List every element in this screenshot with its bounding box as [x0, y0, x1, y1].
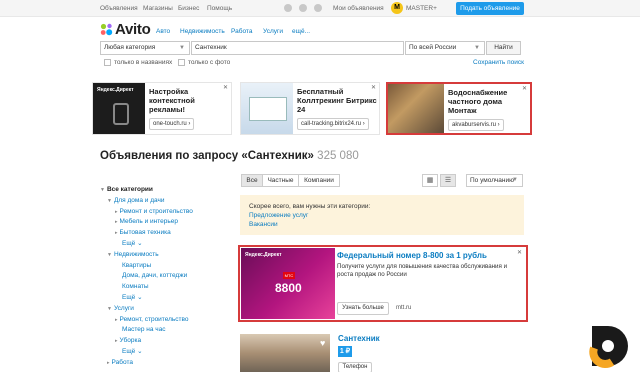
- promo-image: Яндекс.Директ МТС 8800: [241, 248, 335, 319]
- region-select[interactable]: По всей России ▼: [405, 41, 485, 55]
- sidebar-item-more[interactable]: Ещё ⌄: [100, 239, 193, 250]
- filter-companies[interactable]: Компании: [298, 174, 340, 187]
- mts-logo: МТС: [283, 272, 295, 279]
- ad-image: [388, 84, 444, 133]
- topbar-link-ads[interactable]: Объявления: [100, 5, 138, 12]
- suggestion-text: Скорее всего, вам нужны эти категории:: [249, 203, 371, 210]
- topbar-link-help[interactable]: Помощь: [207, 5, 232, 12]
- ad-link[interactable]: akvaburservis.ru ›: [448, 119, 504, 131]
- save-search-link[interactable]: Сохранить поиск: [473, 59, 524, 66]
- list-view-icon[interactable]: ☰: [440, 174, 456, 187]
- page-title: Объявления по запросу «Сантехник» 325 08…: [100, 150, 359, 162]
- triangle-down-icon: ▼: [100, 187, 105, 193]
- promo-description: Получите услуги для повышения качества о…: [337, 263, 508, 278]
- topbar-link-business[interactable]: Бизнес: [178, 5, 199, 12]
- promo-brand: Яндекс.Директ: [245, 252, 282, 258]
- sidebar-item[interactable]: ▸ Мебель и интерьер: [100, 217, 193, 228]
- listing-price: 1 ₽: [338, 346, 352, 357]
- favorites-icon[interactable]: [299, 4, 307, 12]
- region-select-value: По всей России: [409, 44, 457, 51]
- sidebar-item[interactable]: Дома, дачи, коттеджи: [100, 271, 193, 282]
- watermark-logo-icon: [589, 326, 628, 368]
- sidebar-item[interactable]: ▸ Уборка: [100, 336, 193, 347]
- filter-private[interactable]: Частные: [262, 174, 299, 187]
- ad-card[interactable]: Яндекс.Директ Настройка контекстной рекл…: [92, 82, 232, 135]
- promo-title[interactable]: Федеральный номер 8-800 за 1 рубль: [337, 251, 487, 260]
- category-select-value: Любая категория: [104, 44, 156, 51]
- sidebar-item[interactable]: Мастер на час: [100, 325, 193, 336]
- nav-realty[interactable]: Недвижимость: [180, 28, 225, 35]
- ad-card[interactable]: Водоснабжение частного дома Монтаж akvab…: [386, 82, 532, 135]
- sidebar-item[interactable]: ▸ Работа: [100, 358, 193, 369]
- sidebar-item-more[interactable]: Ещё ⌄: [100, 293, 193, 304]
- nav-auto[interactable]: Авто: [156, 28, 170, 35]
- topbar-link-shops[interactable]: Магазины: [143, 5, 173, 12]
- close-icon[interactable]: ✕: [522, 85, 527, 92]
- only-titles-label[interactable]: только в названиях: [114, 59, 172, 66]
- nav-jobs[interactable]: Работа: [231, 28, 252, 35]
- sidebar-item-more[interactable]: Ещё ⌄: [100, 347, 193, 358]
- results-count: 325 080: [317, 150, 359, 162]
- category-suggestion: Скорее всего, вам нужны эти категории: П…: [240, 195, 524, 235]
- listing-photo[interactable]: [240, 334, 330, 372]
- ad-link[interactable]: one-touch.ru ›: [149, 118, 195, 130]
- sidebar-item[interactable]: ▼ Услуги: [100, 304, 193, 315]
- only-photo-label[interactable]: только с фото: [188, 59, 230, 66]
- heart-icon[interactable]: ♥: [320, 338, 325, 348]
- sidebar-item[interactable]: Квартиры: [100, 261, 193, 272]
- filter-all[interactable]: Все: [241, 174, 263, 187]
- search-input[interactable]: Сантехник: [191, 41, 404, 55]
- ad-brand: Яндекс.Директ: [97, 87, 134, 93]
- close-icon[interactable]: ✕: [517, 249, 522, 256]
- grid-view-icon[interactable]: ▦: [422, 174, 438, 187]
- sidebar-item[interactable]: ▸ Бытовая техника: [100, 228, 193, 239]
- page-title-text: Объявления по запросу «Сантехник»: [100, 150, 314, 162]
- nav-more[interactable]: ещё...: [292, 28, 310, 35]
- post-ad-button[interactable]: Подать объявление: [456, 2, 524, 15]
- show-phone-button[interactable]: Телефон: [338, 362, 372, 372]
- phone-icon: [113, 103, 129, 125]
- close-icon[interactable]: ✕: [371, 84, 376, 91]
- sort-select-value: По умолчанию: [470, 177, 514, 184]
- sort-select[interactable]: По умолчанию ▼: [466, 174, 523, 187]
- promo-ad[interactable]: Яндекс.Директ МТС 8800 Федеральный номер…: [238, 245, 528, 322]
- sidebar-categories: ▼ Все категории ▼ Для дома и дачи ▸ Ремонт …: [100, 185, 193, 369]
- monitor-icon: [249, 97, 287, 121]
- ad-title[interactable]: Настройка контекстной рекламы!: [149, 87, 229, 114]
- sidebar-item[interactable]: ▼ Для дома и дачи: [100, 196, 193, 207]
- category-select[interactable]: Любая категория ▼: [100, 41, 190, 55]
- ad-image: [241, 83, 293, 134]
- ad-image: Яндекс.Директ: [93, 83, 145, 134]
- sidebar-item[interactable]: ▸ Ремонт, строительство: [100, 315, 193, 326]
- promo-domain[interactable]: mtt.ru: [396, 305, 411, 311]
- close-icon[interactable]: ✕: [223, 84, 228, 91]
- promo-number: 8800: [275, 281, 302, 295]
- ad-title[interactable]: Бесплатный Коллтрекинг Битрикс 24: [297, 87, 377, 114]
- user-avatar[interactable]: M: [391, 2, 403, 14]
- chevron-down-icon: ▼: [474, 45, 480, 51]
- ad-title[interactable]: Водоснабжение частного дома Монтаж: [448, 88, 528, 115]
- avito-logo-icon[interactable]: [100, 23, 113, 36]
- sidebar-item[interactable]: ▼ Недвижимость: [100, 250, 193, 261]
- ad-card[interactable]: Бесплатный Коллтрекинг Битрикс 24 call-t…: [240, 82, 380, 135]
- ad-link[interactable]: call-tracking.bitrix24.ru ›: [297, 118, 369, 130]
- suggestion-link-vacancies[interactable]: Вакансии: [249, 221, 278, 228]
- only-photo-checkbox[interactable]: [178, 59, 185, 66]
- sidebar-item[interactable]: ▸ Ремонт и строительство: [100, 207, 193, 218]
- user-menu[interactable]: MASTER+: [406, 5, 437, 12]
- chevron-down-icon: ▼: [179, 45, 185, 51]
- only-titles-checkbox[interactable]: [104, 59, 111, 66]
- sidebar-item[interactable]: Комнаты: [100, 282, 193, 293]
- listing-title[interactable]: Сантехник: [338, 334, 380, 343]
- my-ads-link[interactable]: Мои объявления: [333, 5, 384, 12]
- notifications-icon[interactable]: [284, 4, 292, 12]
- nav-services[interactable]: Услуги: [263, 28, 283, 35]
- search-button[interactable]: Найти: [486, 41, 521, 55]
- site-logo[interactable]: Avito: [115, 21, 151, 38]
- sidebar-item-all[interactable]: ▼ Все категории: [100, 185, 193, 196]
- learn-more-button[interactable]: Узнать больше: [337, 302, 389, 315]
- chevron-down-icon: ▼: [512, 177, 518, 183]
- messages-icon[interactable]: [314, 4, 322, 12]
- suggestion-link-services[interactable]: Предложение услуг: [249, 212, 308, 219]
